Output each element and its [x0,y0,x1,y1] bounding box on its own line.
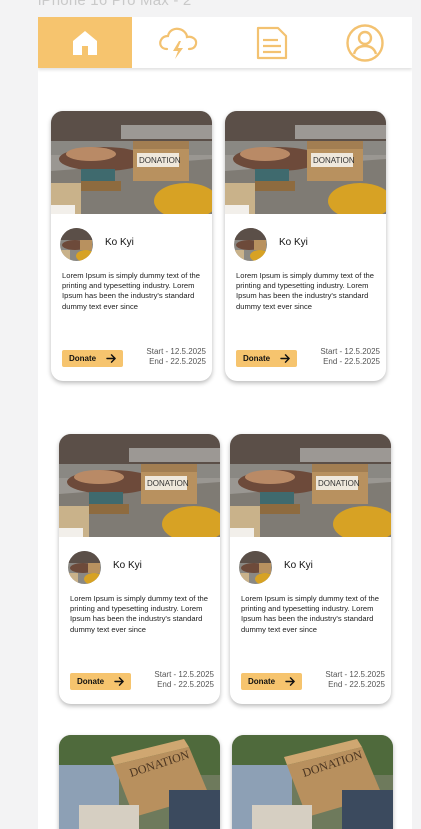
date-range: Start - 12.5.2025 End - 22.5.2025 [154,670,214,690]
donate-button[interactable]: Donate [236,350,297,367]
card-description: Lorem Ipsum is simply dummy text of the … [62,271,200,311]
photo-label: DONATION [313,156,355,165]
avatar [60,228,93,261]
tab-documents[interactable] [225,17,319,68]
donation-photo: DONATION [59,434,220,537]
home-icon [72,30,97,55]
donation-photo: DONATION [225,111,386,214]
donation-card[interactable]: DONATION Ko Kyi Lorem Ipsum is simply du… [51,111,212,381]
donation-card[interactable]: DONATION Ko Kyi Lorem Ipsum is simply du… [230,434,391,704]
end-date: End - 22.5.2025 [323,357,380,366]
donor-name: Ko Kyi [113,560,142,571]
tab-profile[interactable] [319,17,413,68]
donor-name: Ko Kyi [279,237,308,248]
user-profile-icon [346,23,384,62]
tab-weather[interactable] [132,17,226,68]
donate-label: Donate [77,677,105,686]
end-date: End - 22.5.2025 [157,680,214,689]
document-icon [256,26,287,59]
donate-label: Donate [69,354,97,363]
end-date: End - 22.5.2025 [328,680,385,689]
start-date: Start - 12.5.2025 [154,670,214,679]
donation-card[interactable]: DONATION Ko Kyi Lorem Ipsum is simply du… [59,434,220,704]
end-date: End - 22.5.2025 [149,357,206,366]
date-range: Start - 12.5.2025 End - 22.5.2025 [146,347,206,367]
donation-photo: DONATION [230,434,391,537]
photo-label: DONATION [318,479,360,488]
arrow-right-icon [114,677,125,686]
avatar [68,551,101,584]
arrow-right-icon [106,354,117,363]
photo-label: DONATION [139,156,181,165]
date-range: Start - 12.5.2025 End - 22.5.2025 [320,347,380,367]
card-description: Lorem Ipsum is simply dummy text of the … [70,594,208,634]
start-date: Start - 12.5.2025 [320,347,380,356]
donate-button[interactable]: Donate [62,350,123,367]
start-date: Start - 12.5.2025 [146,347,206,356]
arrow-right-icon [280,354,291,363]
photo-label: DONATION [147,479,189,488]
donate-label: Donate [248,677,276,686]
app-screen: DONATION Ko Kyi Lorem Ipsum is simply du… [38,17,412,829]
cloud-lightning-icon [159,27,198,59]
arrow-right-icon [285,677,296,686]
top-tab-bar [38,17,412,68]
card-description: Lorem Ipsum is simply dummy text of the … [236,271,374,311]
tab-home[interactable] [38,17,132,68]
donation-card[interactable]: DONATION Ko Kyi Lorem Ipsum is simply du… [225,111,386,381]
donor-name: Ko Kyi [284,560,313,571]
card-description: Lorem Ipsum is simply dummy text of the … [241,594,379,634]
frame-label: iPhone 16 Pro Max - 2 [38,0,192,9]
donation-photo: DONATION [59,735,220,829]
donation-photo: DONATION [51,111,212,214]
start-date: Start - 12.5.2025 [325,670,385,679]
donation-card[interactable]: DONATION [232,735,393,829]
avatar [234,228,267,261]
donor-name: Ko Kyi [105,237,134,248]
donate-button[interactable]: Donate [70,673,131,690]
avatar [239,551,272,584]
donate-label: Donate [243,354,271,363]
donate-button[interactable]: Donate [241,673,302,690]
donation-card[interactable]: DONATION [59,735,220,829]
date-range: Start - 12.5.2025 End - 22.5.2025 [325,670,385,690]
donation-photo: DONATION [232,735,393,829]
